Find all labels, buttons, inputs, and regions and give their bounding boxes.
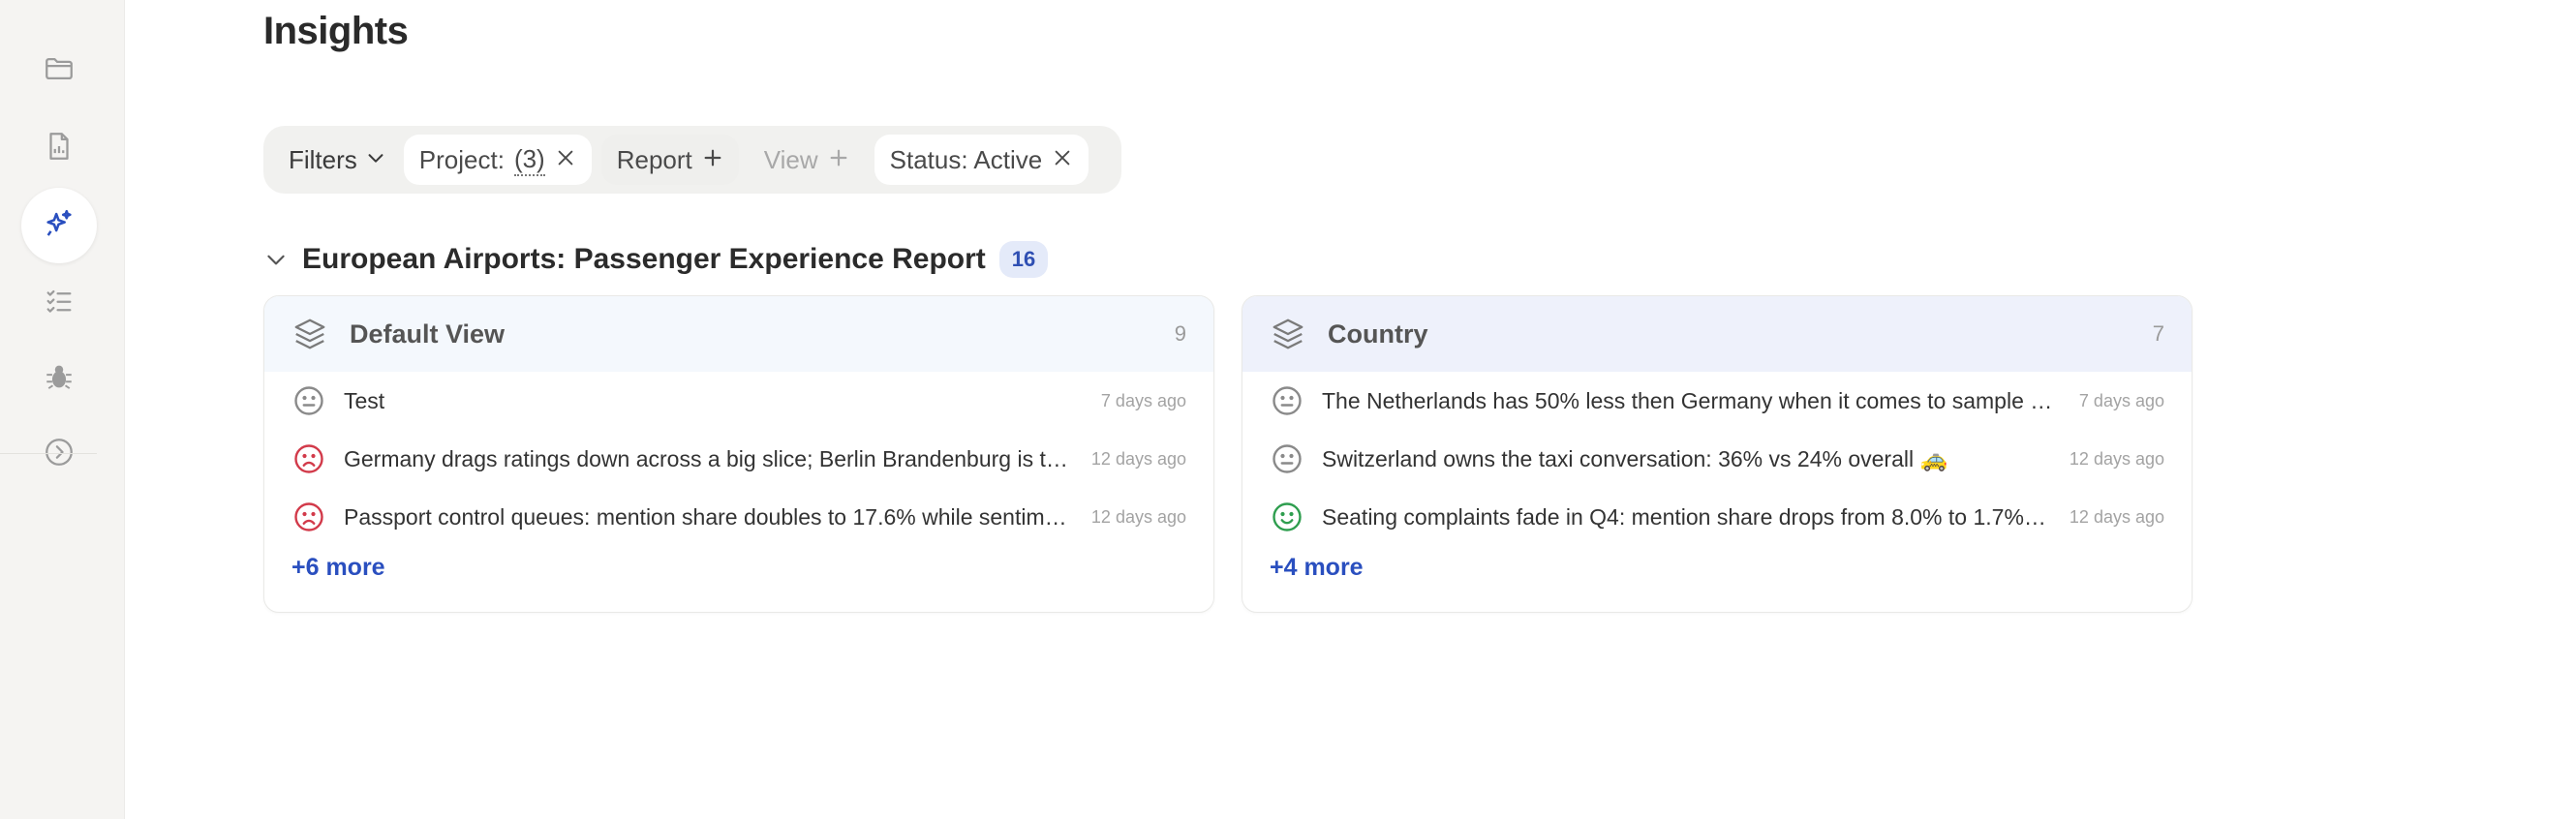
filter-bar: Filters Project: (3) Report View Status:… (263, 126, 1121, 194)
layers-icon (291, 316, 328, 352)
app-root: Insights Filters Project: (3) Report Vie… (0, 0, 2576, 819)
close-icon[interactable] (555, 145, 576, 175)
view-card-default: Default View 9 Test 7 days ago Germany d… (263, 295, 1214, 613)
insight-time: 12 days ago (1090, 506, 1186, 527)
report-filter-chip[interactable]: Report (600, 135, 739, 185)
sidebar-divider (0, 453, 97, 454)
insight-time: 7 days ago (2078, 390, 2164, 410)
plus-icon (702, 145, 723, 175)
insight-row[interactable]: Passport control queues: mention share d… (264, 488, 1213, 546)
chevron-down-icon[interactable] (263, 247, 289, 272)
card-title: Country (1328, 318, 1428, 349)
insight-row[interactable]: The Netherlands has 50% less then German… (1242, 372, 2192, 430)
insight-text: Switzerland owns the taxi conversation: … (1322, 445, 1948, 471)
sidebar-item-reports[interactable] (21, 110, 97, 186)
sparkle-icon (43, 207, 76, 245)
report-group-header[interactable]: European Airports: Passenger Experience … (263, 238, 1049, 281)
neutral-face-icon (1270, 383, 1304, 418)
insight-time: 12 days ago (2069, 506, 2164, 527)
sidebar-item-projects[interactable] (21, 33, 97, 108)
page-title: Insights (263, 10, 409, 52)
status-filter-chip[interactable]: Status: Active (874, 135, 1089, 185)
checklist-icon (43, 285, 76, 322)
sad-face-icon (291, 441, 326, 476)
project-filter-count: (3) (513, 144, 545, 176)
sidebar (0, 0, 125, 819)
chevron-right-circle-icon (43, 436, 76, 473)
show-more-link[interactable]: +6 more (264, 546, 1213, 582)
layers-icon (1270, 316, 1306, 352)
sidebar-item-debug[interactable] (21, 341, 97, 416)
sad-face-icon (291, 500, 326, 534)
insight-row[interactable]: Germany drags ratings down across a big … (264, 430, 1213, 488)
card-header[interactable]: Default View 9 (264, 296, 1213, 372)
view-card-country: Country 7 The Netherlands has 50% less t… (1242, 295, 2193, 613)
view-filter-label: View (763, 144, 818, 174)
insight-time: 12 days ago (1090, 448, 1186, 469)
filters-button[interactable]: Filters (271, 135, 404, 185)
insight-time: 7 days ago (1100, 390, 1186, 410)
neutral-face-icon (1270, 441, 1304, 476)
filters-label: Filters (289, 144, 357, 174)
card-count: 9 (1174, 321, 1186, 346)
report-group-count-badge: 16 (998, 241, 1049, 278)
neutral-face-icon (291, 383, 326, 418)
smile-face-icon (1270, 500, 1304, 534)
project-filter-chip[interactable]: Project: (3) (403, 135, 592, 185)
report-filter-label: Report (616, 144, 692, 174)
insight-text: Passport control queues: mention share d… (344, 503, 1091, 530)
insight-row[interactable]: Seating complaints fade in Q4: mention s… (1242, 488, 2192, 546)
insight-time: 12 days ago (2069, 448, 2164, 469)
show-more-link[interactable]: +4 more (1242, 546, 2192, 582)
bug-icon (43, 360, 76, 398)
sidebar-expand-button[interactable] (21, 416, 97, 492)
chevron-down-icon (365, 145, 386, 175)
insight-row[interactable]: Test 7 days ago (264, 372, 1213, 430)
report-group-title[interactable]: European Airports: Passenger Experience … (302, 243, 986, 276)
sidebar-item-tasks[interactable] (21, 265, 97, 341)
insight-row[interactable]: Switzerland owns the taxi conversation: … (1242, 430, 2192, 488)
project-filter-label: Project: (418, 144, 505, 174)
insight-text: The Netherlands has 50% less then German… (1322, 387, 2070, 413)
view-filter-chip[interactable]: View (749, 135, 865, 185)
plus-icon (828, 145, 849, 175)
insight-text: Seating complaints fade in Q4: mention s… (1322, 503, 2070, 530)
card-title: Default View (350, 318, 506, 349)
card-header[interactable]: Country 7 (1242, 296, 2192, 372)
status-filter-label: Status: Active (889, 144, 1043, 174)
sidebar-item-insights[interactable] (21, 188, 97, 263)
card-count: 7 (2152, 321, 2164, 346)
insight-text: Germany drags ratings down across a big … (344, 445, 1091, 471)
report-icon (43, 130, 76, 167)
insight-text: Test (344, 387, 385, 413)
close-icon[interactable] (1052, 145, 1073, 175)
folder-icon (43, 52, 76, 90)
